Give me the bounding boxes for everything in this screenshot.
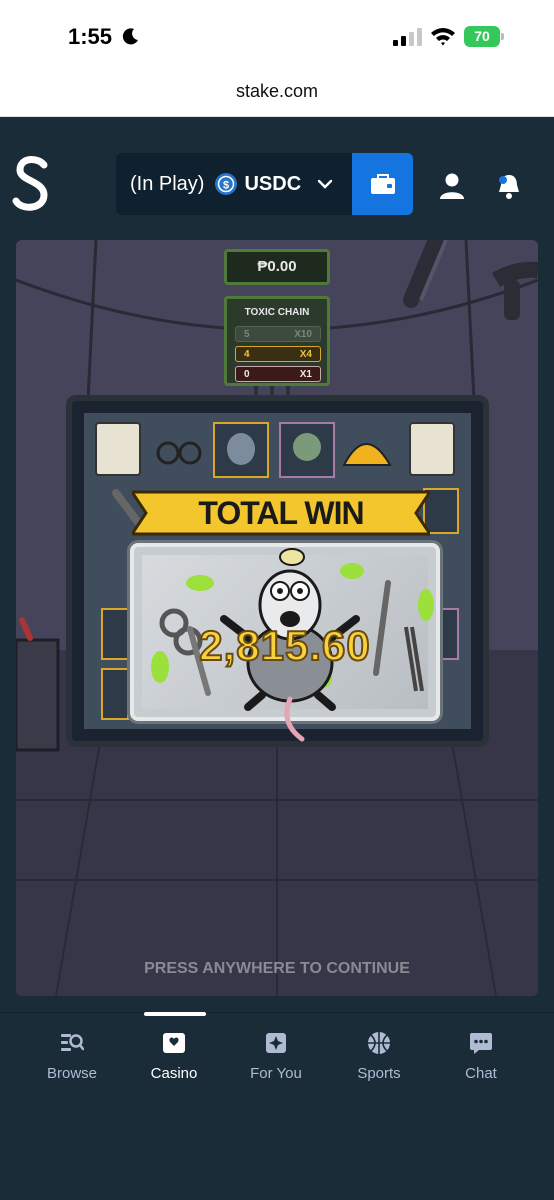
notification-bell-icon[interactable] — [496, 172, 522, 200]
svg-text:$: $ — [223, 180, 229, 192]
usdc-icon: $ — [215, 173, 238, 195]
user-icon[interactable] — [438, 172, 466, 200]
url-text[interactable]: stake.com — [0, 81, 554, 102]
nav-label: Casino — [150, 1065, 198, 1082]
toxic-chain-level: 4 — [244, 349, 250, 360]
nav-label: Browse — [46, 1065, 98, 1082]
sports-icon — [368, 1032, 390, 1054]
nav-label: Chat — [465, 1065, 497, 1082]
win-amount: 2,815.60 — [198, 621, 371, 670]
casino-icon — [163, 1033, 185, 1053]
battery-indicator: 70 — [464, 26, 504, 47]
toxic-chain-row: 4 X4 — [235, 346, 321, 362]
toxic-chain-title: TOXIC CHAIN — [244, 307, 310, 318]
bottom-nav: Browse Casino For You Sports Chat — [0, 1012, 554, 1200]
chat-icon — [470, 1033, 492, 1054]
active-tab-indicator — [144, 1012, 206, 1016]
total-win-label: TOTAL WIN — [198, 495, 364, 531]
status-bar: 1:55 70 — [0, 0, 554, 70]
browse-icon — [61, 1034, 84, 1051]
toxic-chain-level: 5 — [244, 329, 250, 340]
nav-item-chat[interactable]: Chat — [431, 1013, 531, 1093]
nav-label: For You — [250, 1065, 302, 1082]
wallet-icon — [370, 174, 395, 194]
nav-item-for-you[interactable]: For You — [226, 1013, 326, 1093]
toxic-chain-row: 0 X1 — [235, 366, 321, 382]
stake-logo[interactable] — [12, 155, 52, 213]
wallet-button[interactable] — [352, 153, 413, 215]
toxic-chain-row: 5 X10 — [235, 326, 321, 342]
nav-item-casino[interactable]: Casino — [124, 1013, 224, 1093]
battery-tip — [501, 33, 504, 40]
for-you-icon — [266, 1033, 286, 1053]
game-balance: ₱0.00 — [224, 249, 330, 285]
toxic-chain-multiplier: X1 — [299, 369, 312, 380]
battery-level: 70 — [464, 26, 500, 47]
nav-item-browse[interactable]: Browse — [22, 1013, 122, 1093]
nav-item-sports[interactable]: Sports — [329, 1013, 429, 1093]
wallet-group: (In Play) $ USDC — [116, 153, 413, 215]
press-to-continue[interactable]: PRESS ANYWHERE TO CONTINUE — [16, 960, 538, 978]
toxic-chain-multiplier: X4 — [299, 349, 312, 360]
status-time: 1:55 — [68, 24, 113, 49]
wallet-currency: USDC — [244, 172, 302, 195]
signal-icon — [393, 28, 422, 46]
toxic-chain-level: 0 — [244, 369, 250, 380]
chevron-down-icon — [317, 179, 333, 189]
moon-icon — [122, 28, 138, 45]
browser-url-bar[interactable]: stake.com — [0, 70, 554, 117]
toxic-chain-multiplier: X10 — [294, 329, 312, 340]
game-frame[interactable]: ₱0.00 TOXIC CHAIN 5 X10 4 X4 0 X1 TOTAL … — [16, 240, 538, 996]
nav-label: Sports — [357, 1065, 401, 1082]
wallet-currency-select[interactable]: (In Play) $ USDC — [116, 153, 352, 215]
app-header: (In Play) $ USDC — [0, 117, 554, 223]
wifi-icon — [431, 28, 455, 46]
wallet-status: (In Play) — [130, 172, 205, 195]
toxic-chain-panel: TOXIC CHAIN 5 X10 4 X4 0 X1 — [224, 296, 330, 386]
